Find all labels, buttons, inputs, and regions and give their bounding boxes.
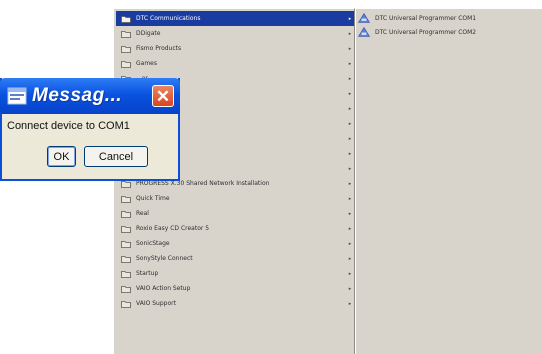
menu-item[interactable]: SonicStage ▸ — [116, 236, 354, 251]
dtc-communications-flyout: DTC Universal Programmer COM1 DTC Univers… — [355, 8, 542, 354]
submenu-arrow-icon: ▸ — [348, 225, 352, 232]
menu-item[interactable]: Real ▸ — [116, 206, 354, 221]
menu-item[interactable]: SonyStyle Connect ▸ — [116, 251, 354, 266]
menu-item-label: Games — [136, 60, 157, 67]
flyout-item-label: DTC Universal Programmer COM2 — [375, 28, 477, 36]
submenu-arrow-icon: ▸ — [348, 165, 352, 172]
folder-icon — [121, 45, 131, 53]
menu-item-label: Quick Time — [136, 195, 170, 202]
folder-icon — [121, 60, 131, 68]
menu-item-label: VAIO Action Setup — [136, 285, 191, 292]
submenu-arrow-icon: ▸ — [348, 285, 352, 292]
menu-item-label: SonyStyle Connect — [136, 255, 193, 262]
close-button[interactable]: ✕ — [152, 85, 174, 107]
ok-button[interactable]: OK — [47, 146, 76, 167]
submenu-arrow-icon: ▸ — [348, 30, 352, 37]
submenu-arrow-icon: ▸ — [348, 300, 352, 307]
submenu-arrow-icon: ▸ — [348, 105, 352, 112]
menu-item[interactable]: Startup ▸ — [116, 266, 354, 281]
submenu-arrow-icon: ▸ — [348, 45, 352, 52]
submenu-arrow-icon: ▸ — [348, 120, 352, 127]
folder-icon — [121, 15, 131, 23]
menu-item-label: Real — [136, 210, 149, 217]
flyout-item-label: DTC Universal Programmer COM1 — [375, 14, 477, 22]
menu-item-label: PROGRESS X.30 Shared Network Installatio… — [136, 180, 270, 187]
close-icon: ✕ — [155, 86, 171, 106]
menu-item-label: DTC Communications — [136, 15, 201, 22]
submenu-arrow-icon: ▸ — [348, 255, 352, 262]
dialog-message: Connect device to COM1 — [7, 120, 130, 132]
menu-item[interactable]: DDigate ▸ — [116, 26, 354, 41]
submenu-arrow-icon: ▸ — [348, 210, 352, 217]
submenu-arrow-icon: ▸ — [348, 180, 352, 187]
folder-icon — [121, 255, 131, 263]
flyout-item[interactable]: DTC Universal Programmer COM1 — [356, 11, 542, 25]
submenu-arrow-icon: ▸ — [348, 195, 352, 202]
cancel-button[interactable]: Cancel — [84, 146, 148, 167]
submenu-arrow-icon: ▸ — [348, 15, 352, 22]
flyout-item[interactable]: DTC Universal Programmer COM2 — [356, 25, 542, 39]
submenu-arrow-icon: ▸ — [348, 135, 352, 142]
folder-icon — [121, 225, 131, 233]
menu-item[interactable]: Quick Time ▸ — [116, 191, 354, 206]
menu-item-label: Roxio Easy CD Creator 5 — [136, 225, 210, 232]
folder-icon — [121, 285, 131, 293]
menu-item[interactable]: Games ▸ — [116, 56, 354, 71]
menu-item-label: DDigate — [136, 30, 161, 37]
folder-icon — [121, 195, 131, 203]
menu-item-label: Startup — [136, 270, 159, 277]
submenu-arrow-icon: ▸ — [348, 60, 352, 67]
programmer-app-icon — [358, 27, 370, 37]
submenu-arrow-icon: ▸ — [348, 75, 352, 82]
menu-item[interactable]: VAIO Support ▸ — [116, 296, 354, 311]
menu-item[interactable]: Roxio Easy CD Creator 5 ▸ — [116, 221, 354, 236]
message-dialog: Messag... ✕ Connect device to COM1 OK Ca… — [0, 78, 180, 181]
folder-icon — [121, 240, 131, 248]
folder-icon — [121, 210, 131, 218]
folder-icon — [121, 30, 131, 38]
folder-icon — [121, 300, 131, 308]
menu-item-label: SonicStage — [136, 240, 170, 247]
folder-icon — [121, 270, 131, 278]
submenu-arrow-icon: ▸ — [348, 240, 352, 247]
message-window-icon — [7, 87, 27, 105]
start-menu-programs-list: DTC Communications ▸ DDigate ▸ Fismo Product… — [113, 8, 355, 354]
menu-item[interactable]: Fismo Products ▸ — [116, 41, 354, 56]
menu-item-label: Fismo Products — [136, 45, 182, 52]
submenu-arrow-icon: ▸ — [348, 90, 352, 97]
menu-item[interactable]: VAIO Action Setup ▸ — [116, 281, 354, 296]
programmer-app-icon — [358, 13, 370, 23]
submenu-arrow-icon: ▸ — [348, 150, 352, 157]
submenu-arrow-icon: ▸ — [348, 270, 352, 277]
menu-item-label: VAIO Support — [136, 300, 176, 307]
dialog-title: Messag... — [32, 85, 123, 106]
menu-item[interactable]: DTC Communications ▸ — [116, 11, 354, 26]
